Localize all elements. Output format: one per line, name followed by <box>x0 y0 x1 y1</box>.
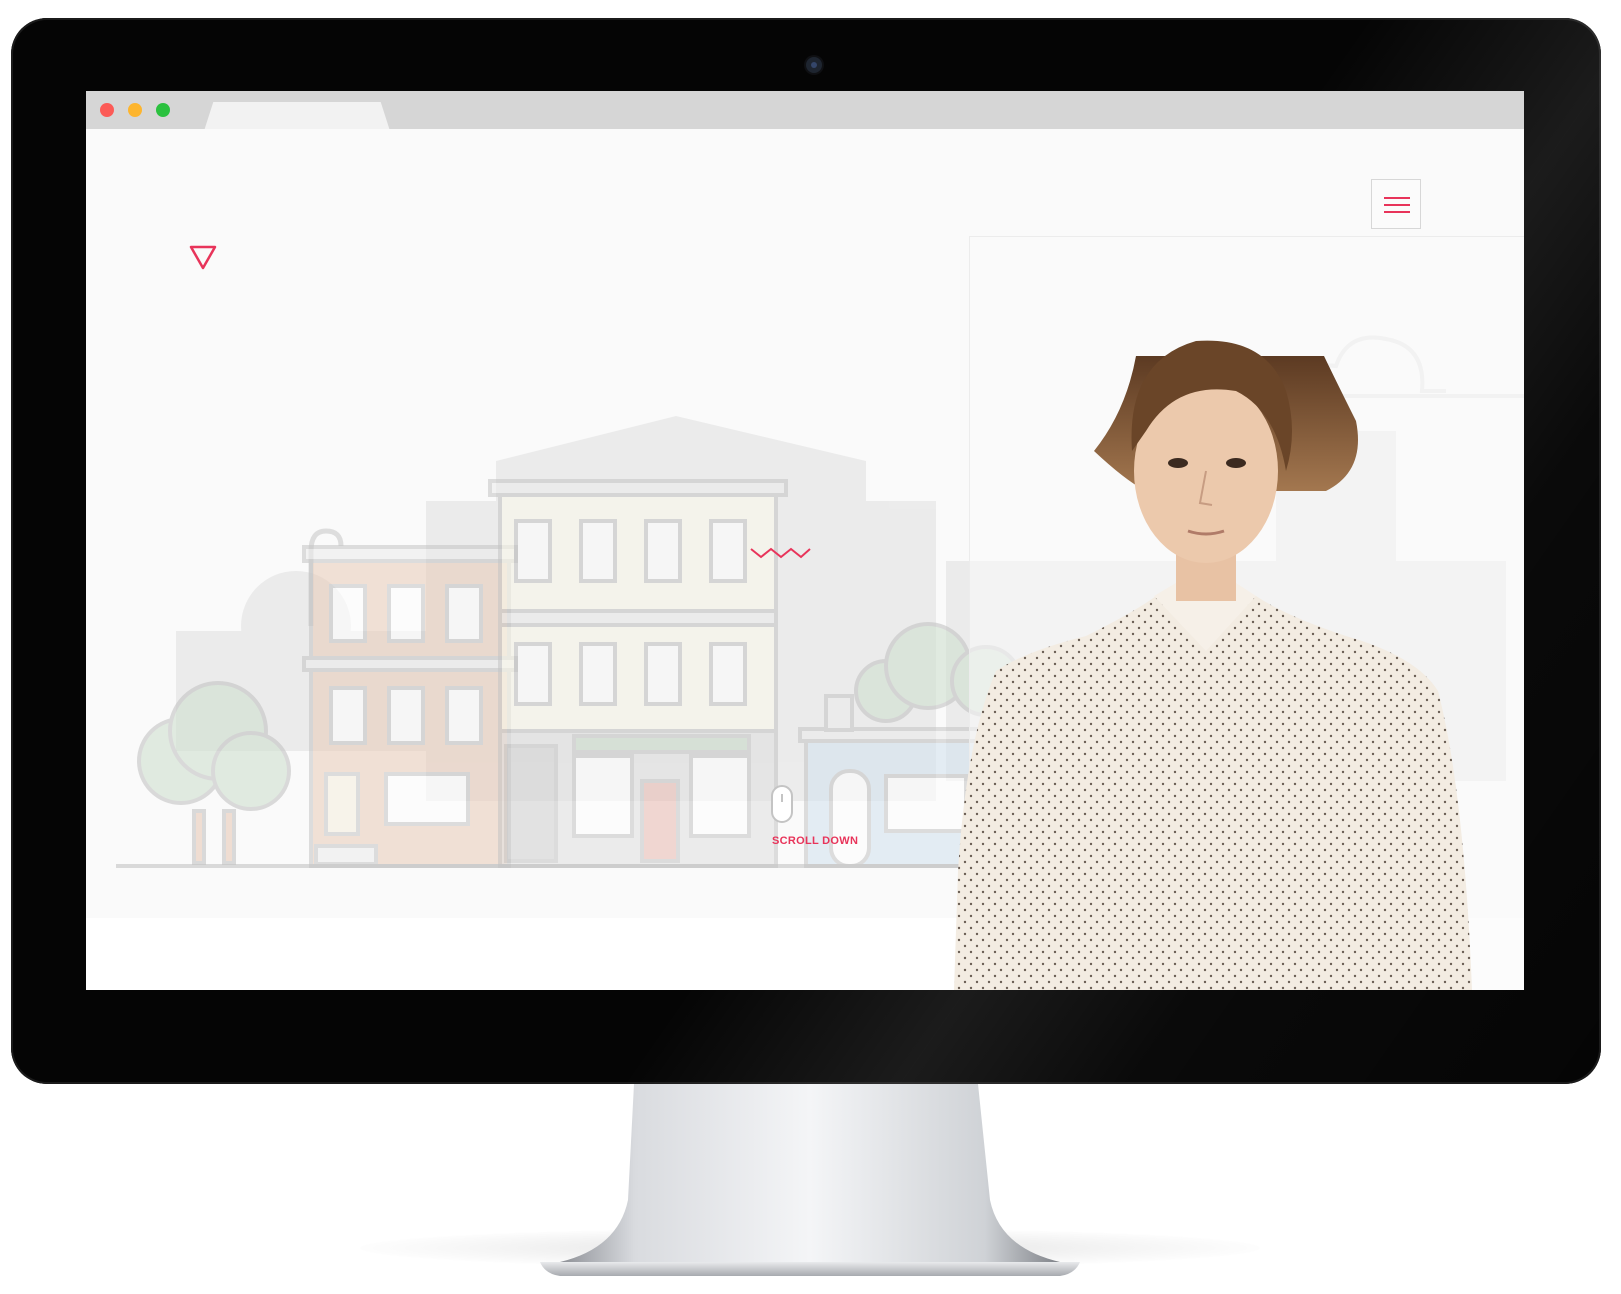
webcam-icon <box>806 57 822 73</box>
browser-window: SCROLL DOWN <box>86 91 1524 990</box>
person-portrait-icon <box>954 340 1472 990</box>
monitor-shadow <box>360 1228 1260 1268</box>
